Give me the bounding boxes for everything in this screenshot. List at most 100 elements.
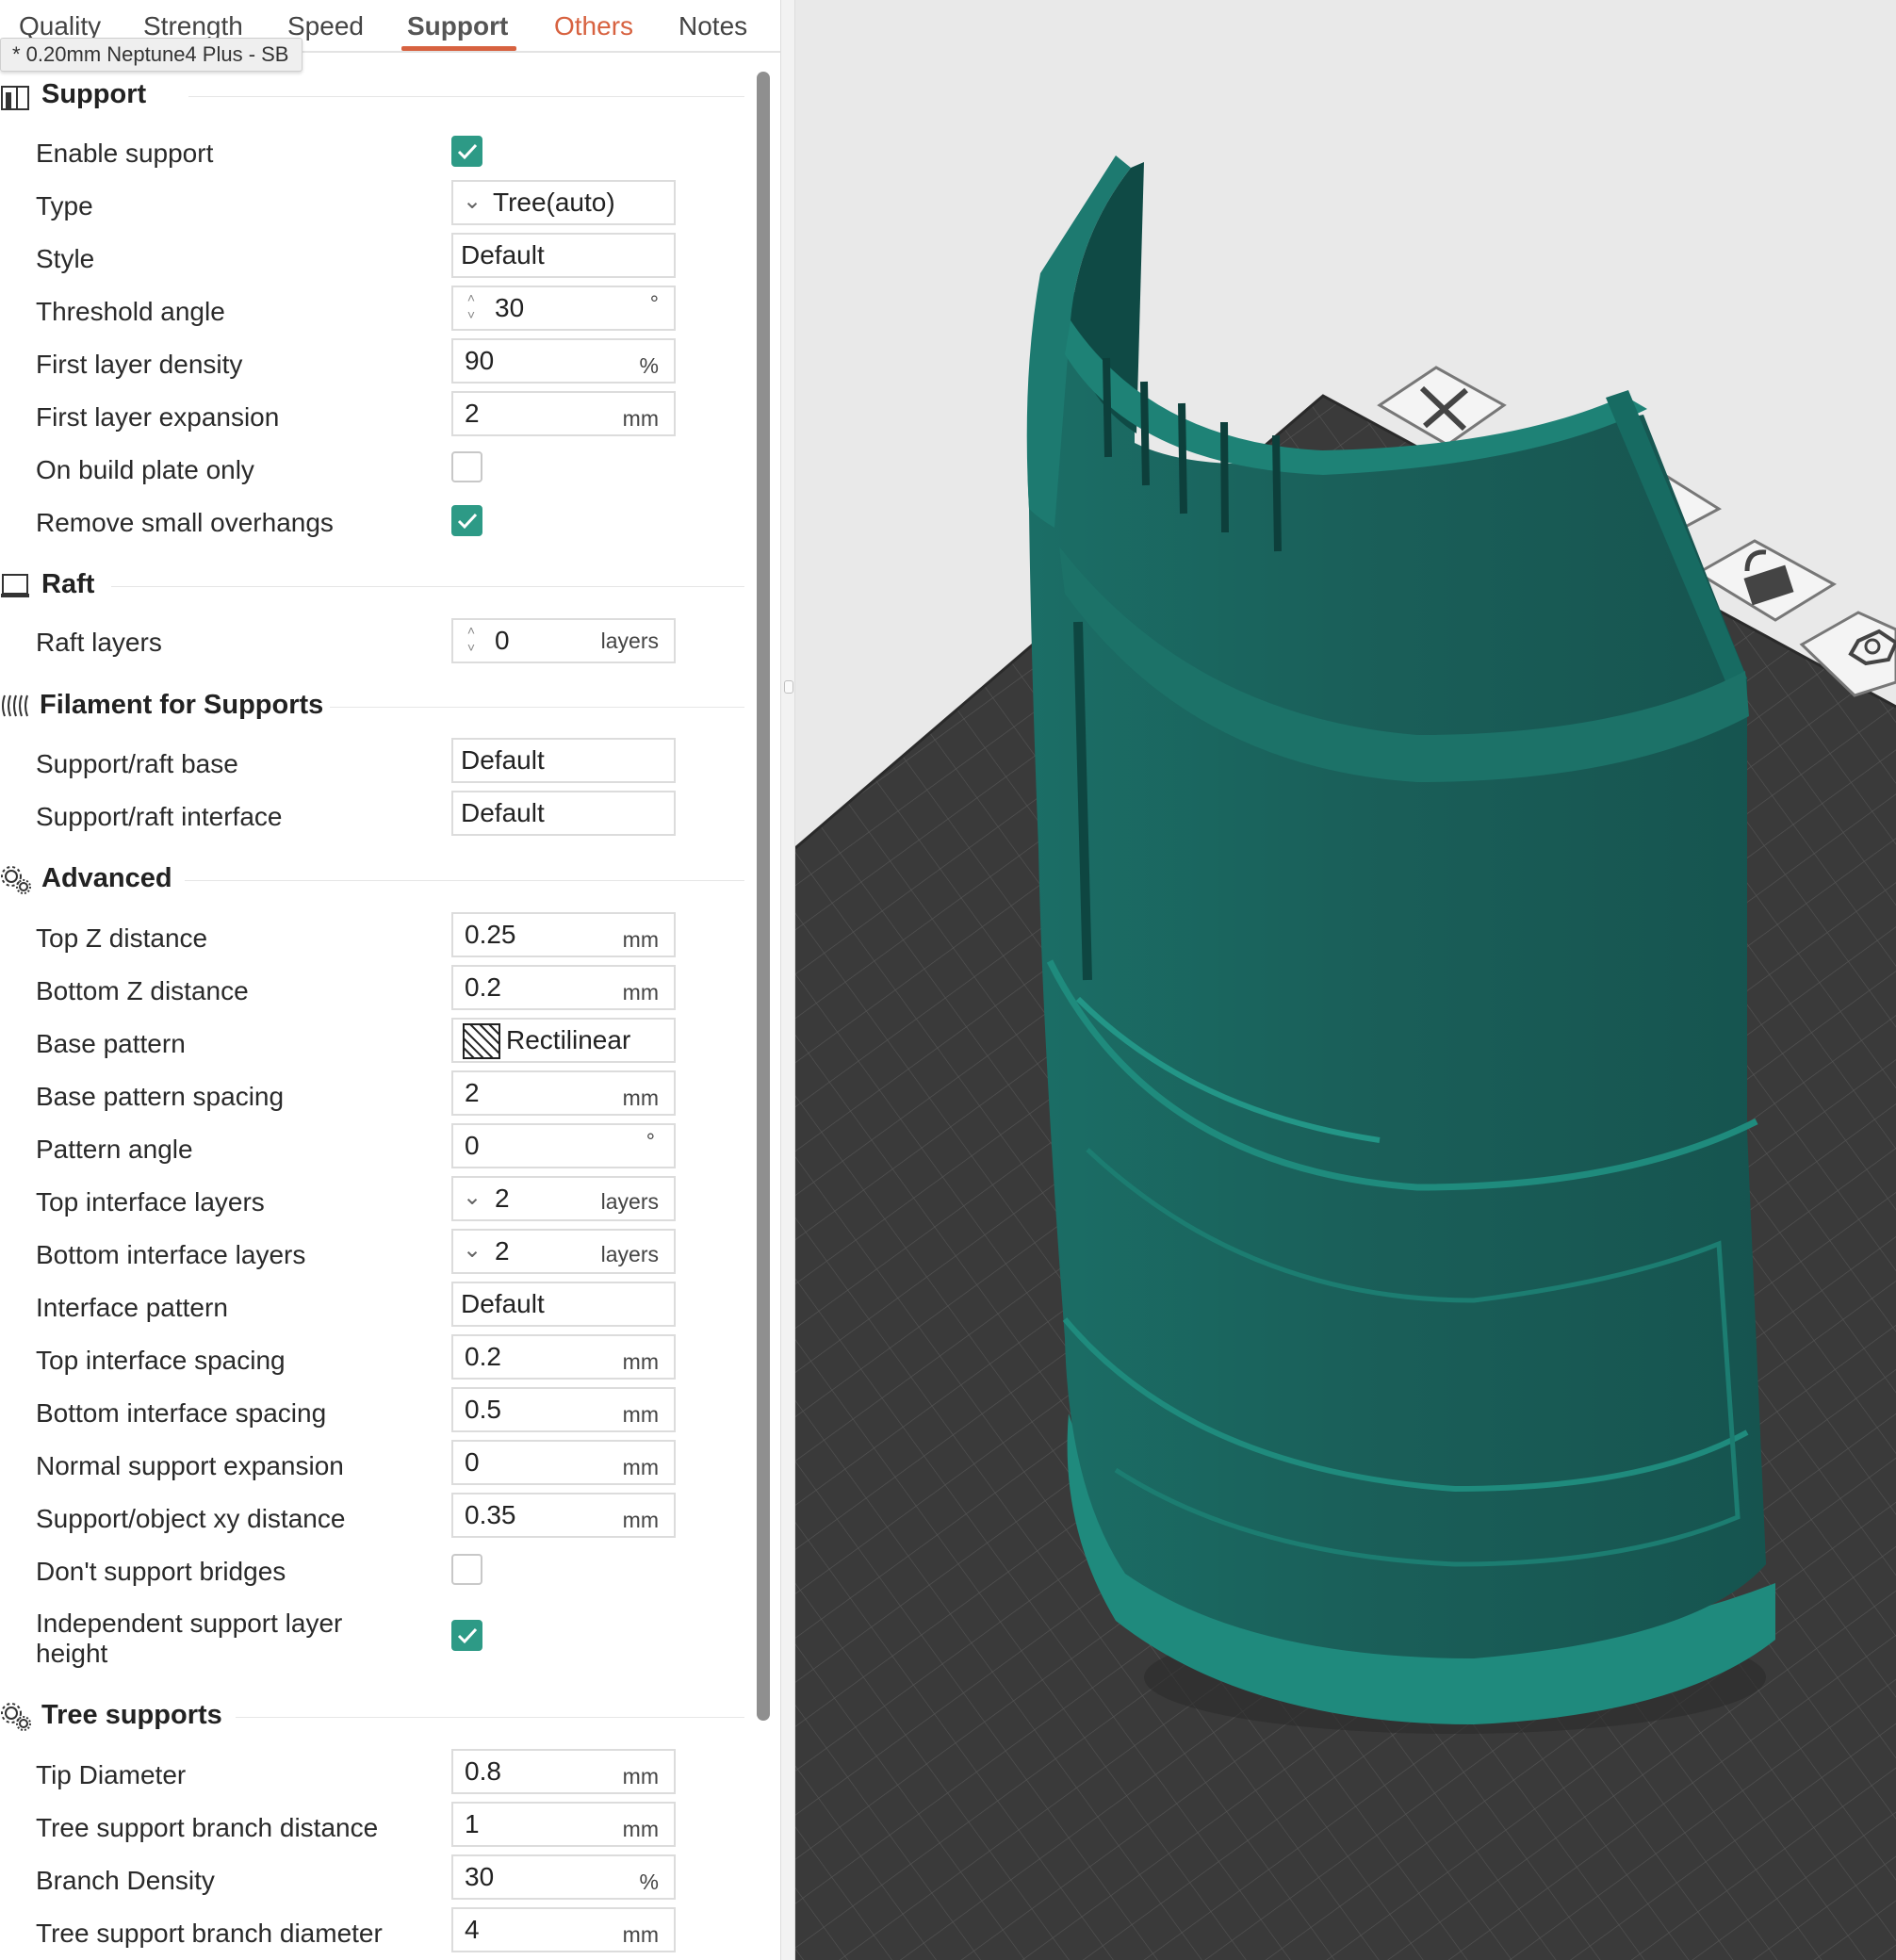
tip-diameter-input[interactable]: 0.8 mm <box>451 1749 676 1794</box>
branch-density-input[interactable]: 30 % <box>451 1854 676 1900</box>
bottom-interface-layers-select[interactable]: ⌄ 2 layers <box>451 1229 676 1274</box>
top-z-distance-label: Top Z distance <box>36 923 208 953</box>
raft-layers-input[interactable]: ˄ ˅ 0 layers <box>451 618 676 663</box>
section-advanced: Advanced <box>0 859 754 897</box>
spin-down-icon[interactable]: ˅ <box>459 639 483 656</box>
first-layer-density-input[interactable]: 90 % <box>451 338 676 384</box>
preset-name-tooltip: * 0.20mm Neptune4 Plus - SB <box>0 38 303 72</box>
unit: mm <box>622 1349 659 1374</box>
divider <box>185 880 744 881</box>
section-support: Support <box>0 75 754 113</box>
section-tree-supports: Tree supports <box>0 1696 754 1734</box>
input-value: 0.5 <box>465 1395 501 1424</box>
independent-layer-height-label: Independent support layer height <box>36 1609 343 1668</box>
pattern-angle-input[interactable]: 0 ° <box>451 1123 676 1168</box>
section-title: Raft <box>41 569 95 599</box>
section-title: Support <box>41 79 147 109</box>
raft-layers-label: Raft layers <box>36 628 162 657</box>
enable-support-checkbox[interactable] <box>451 136 482 167</box>
support-object-xy-distance-label: Support/object xy distance <box>36 1504 346 1533</box>
select-value: Default <box>461 240 545 270</box>
pattern-angle-label: Pattern angle <box>36 1135 193 1164</box>
close-icon[interactable] <box>1377 366 1507 447</box>
dont-support-bridges-checkbox[interactable] <box>451 1554 482 1585</box>
top-z-distance-input[interactable]: 0.25 mm <box>451 912 676 957</box>
gears-icon <box>1 866 31 894</box>
remove-small-overhangs-label: Remove small overhangs <box>36 508 334 537</box>
base-pattern-spacing-input[interactable]: 2 mm <box>451 1070 676 1116</box>
3d-viewport[interactable] <box>795 0 1896 1960</box>
chevron-down-icon: ⌄ <box>463 1184 482 1210</box>
panel-splitter[interactable] <box>780 0 795 1960</box>
unit: ° <box>649 291 659 316</box>
base-pattern-select[interactable]: Rectilinear <box>451 1018 676 1063</box>
splitter-handle[interactable] <box>784 680 793 694</box>
gears-icon <box>1 1703 31 1731</box>
support-style-select[interactable]: Default <box>451 233 676 278</box>
check-icon <box>457 513 478 530</box>
support-raft-interface-select[interactable]: Default <box>451 791 676 836</box>
spin-buttons[interactable]: ˄ ˅ <box>459 622 483 660</box>
input-value: 1 <box>465 1809 480 1838</box>
remove-small-overhangs-checkbox[interactable] <box>451 505 482 536</box>
unit: mm <box>622 1402 659 1427</box>
tab-others[interactable]: Others <box>554 11 633 41</box>
input-value: 0 <box>465 1447 480 1477</box>
top-interface-spacing-label: Top interface spacing <box>36 1346 286 1375</box>
section-title: Advanced <box>41 863 172 893</box>
bottom-interface-spacing-label: Bottom interface spacing <box>36 1398 327 1428</box>
select-value: Default <box>461 1289 545 1318</box>
support-type-select[interactable]: ⌄ Tree(auto) <box>451 180 676 225</box>
tab-support[interactable]: Support <box>407 11 508 41</box>
support-raft-base-label: Support/raft base <box>36 749 238 778</box>
first-layer-expansion-input[interactable]: 2 mm <box>451 391 676 436</box>
select-value: Tree(auto) <box>493 188 615 217</box>
threshold-angle-input[interactable]: ˄ ˅ 30 ° <box>451 286 676 331</box>
unit: ° <box>646 1129 655 1153</box>
filament-icon <box>2 694 28 717</box>
threshold-angle-label: Threshold angle <box>36 297 225 326</box>
unit: mm <box>622 980 659 1004</box>
select-value: Rectilinear <box>506 1025 631 1054</box>
tab-notes[interactable]: Notes <box>678 11 747 41</box>
unit: % <box>639 353 659 378</box>
spin-up-icon[interactable]: ˄ <box>459 289 483 306</box>
check-icon <box>457 1627 478 1644</box>
input-value: 0.2 <box>465 1342 501 1371</box>
check-icon <box>457 143 478 160</box>
unit: % <box>639 1870 659 1894</box>
unit: mm <box>622 1508 659 1532</box>
spin-buttons[interactable]: ˄ ˅ <box>459 289 483 327</box>
unit: mm <box>622 1455 659 1479</box>
support-raft-base-select[interactable]: Default <box>451 738 676 783</box>
build-plate-only-label: On build plate only <box>36 455 254 484</box>
bottom-z-distance-input[interactable]: 0.2 mm <box>451 965 676 1010</box>
independent-layer-height-checkbox[interactable] <box>451 1620 482 1651</box>
branch-distance-input[interactable]: 1 mm <box>451 1802 676 1847</box>
divider <box>188 96 744 97</box>
spin-up-icon[interactable]: ˄ <box>459 622 483 639</box>
raft-icon <box>1 574 29 597</box>
chevron-down-icon: ⌄ <box>463 188 482 214</box>
scene-canvas[interactable] <box>795 0 1896 1960</box>
base-pattern-spacing-label: Base pattern spacing <box>36 1082 285 1111</box>
select-value: Default <box>461 798 545 827</box>
settings-scrollbar[interactable] <box>757 72 770 1721</box>
interface-pattern-select[interactable]: Default <box>451 1282 676 1327</box>
support-icon <box>1 86 29 110</box>
branch-diameter-input[interactable]: 4 mm <box>451 1907 676 1952</box>
interface-pattern-label: Interface pattern <box>36 1293 228 1322</box>
normal-support-expansion-input[interactable]: 0 mm <box>451 1440 676 1485</box>
bottom-interface-layers-label: Bottom interface layers <box>36 1240 306 1269</box>
divider <box>236 1717 744 1718</box>
divider <box>330 707 744 708</box>
build-plate-only-checkbox[interactable] <box>451 451 482 482</box>
top-interface-layers-label: Top interface layers <box>36 1187 265 1217</box>
top-interface-layers-select[interactable]: ⌄ 2 layers <box>451 1176 676 1221</box>
top-interface-spacing-input[interactable]: 0.2 mm <box>451 1334 676 1380</box>
support-raft-interface-label: Support/raft interface <box>36 802 283 831</box>
support-object-xy-distance-input[interactable]: 0.35 mm <box>451 1493 676 1538</box>
bottom-interface-spacing-input[interactable]: 0.5 mm <box>451 1387 676 1432</box>
spin-down-icon[interactable]: ˅ <box>459 306 483 323</box>
unit: layers <box>600 1189 659 1214</box>
